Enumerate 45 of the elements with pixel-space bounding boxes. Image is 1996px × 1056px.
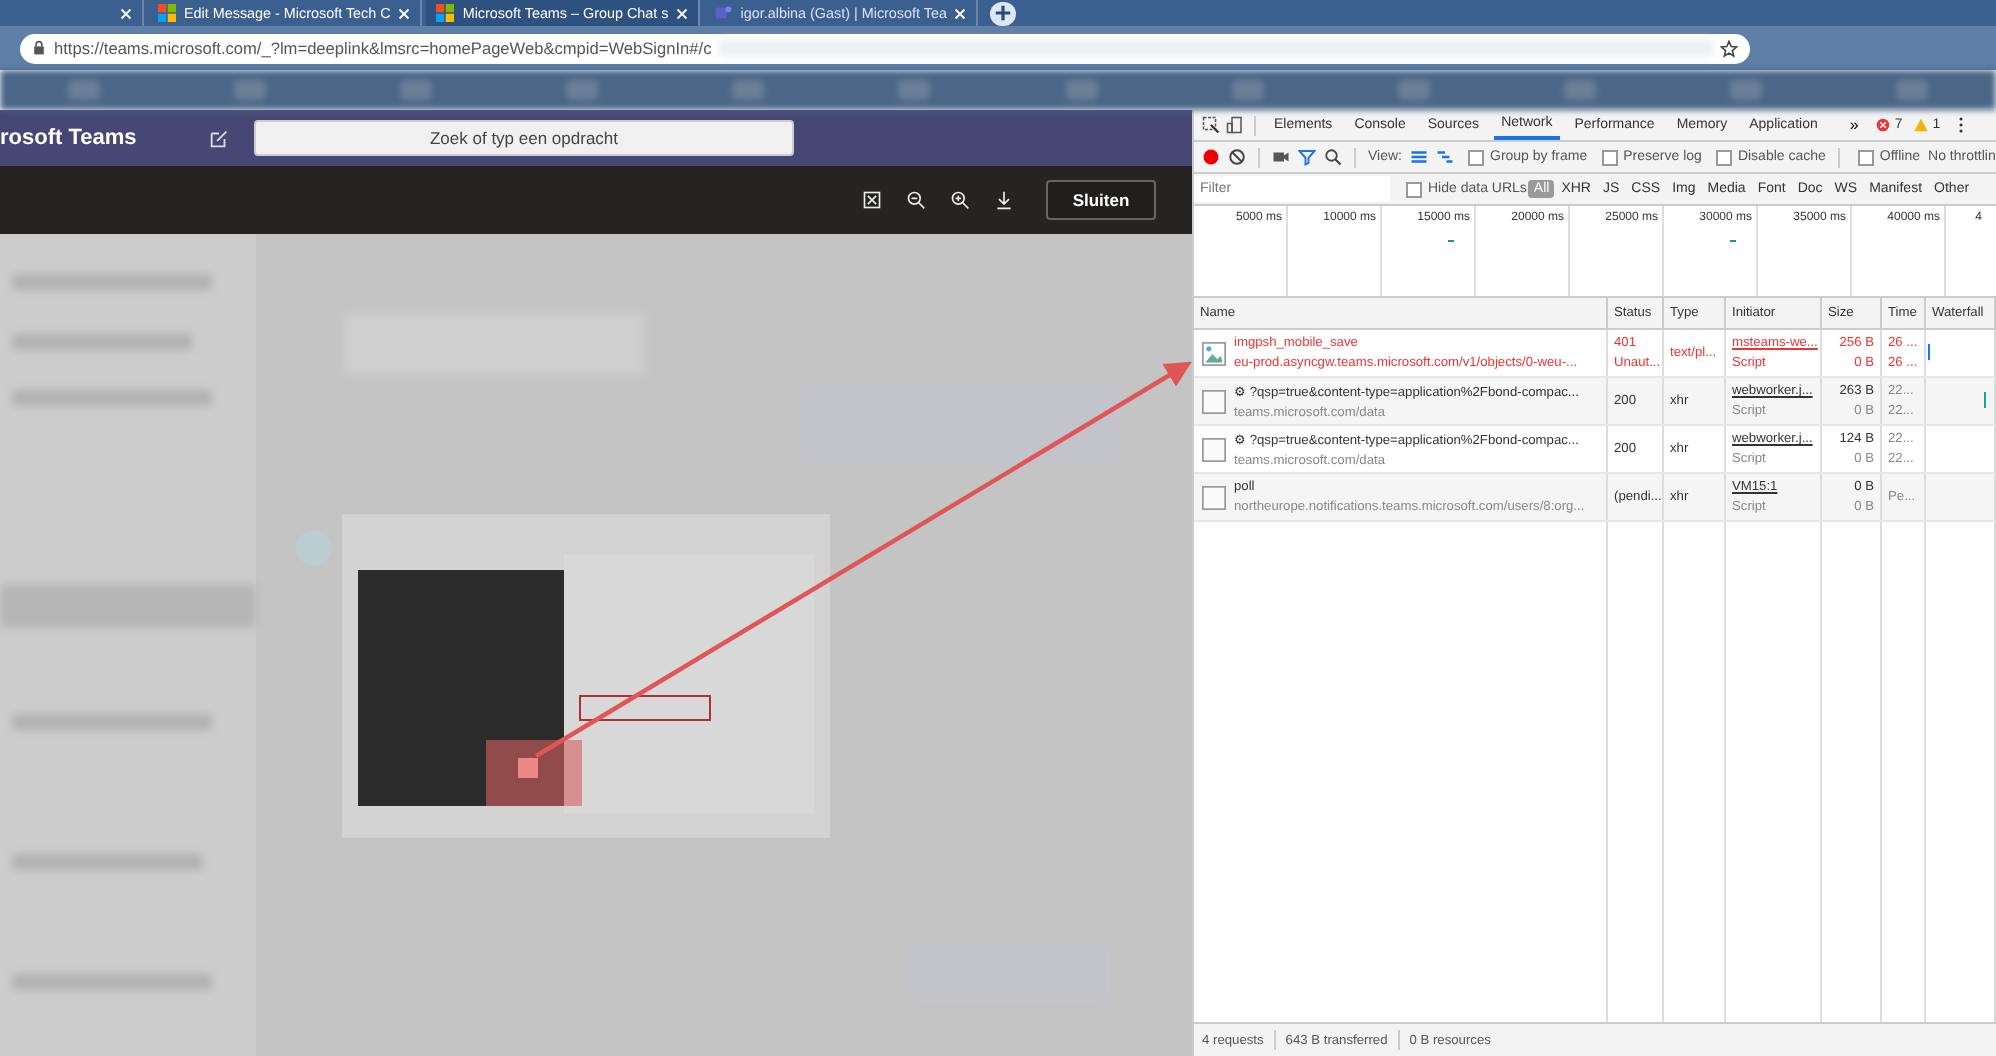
search-field[interactable]: Zoek of typ een opdracht: [254, 120, 794, 156]
activity-mark: [1730, 240, 1736, 242]
warning-icon: [1914, 118, 1929, 132]
checkbox[interactable]: [1857, 149, 1874, 165]
close-icon[interactable]: [676, 7, 689, 19]
close-icon[interactable]: [954, 7, 967, 19]
close-button[interactable]: Sluiten: [1046, 180, 1156, 220]
lock-icon: [32, 40, 46, 56]
plus-icon: [994, 4, 1013, 22]
waterfall-view-icon[interactable]: [1436, 148, 1454, 166]
more-tabs-button[interactable]: »: [1843, 116, 1865, 134]
new-tab-button[interactable]: [990, 1, 1017, 25]
list-view-icon[interactable]: [1410, 148, 1428, 166]
teams-logo-icon: [714, 4, 733, 22]
compose-icon[interactable]: [208, 127, 230, 149]
clear-icon[interactable]: [1228, 148, 1246, 166]
fit-screen-icon[interactable]: [862, 190, 882, 210]
file-icon: [1202, 437, 1226, 461]
windows-logo-icon: [436, 4, 455, 22]
windows-logo-icon: [158, 4, 176, 22]
record-icon[interactable]: [1202, 148, 1220, 166]
checkbox[interactable]: [1601, 149, 1618, 165]
inspect-icon[interactable]: [1202, 116, 1220, 134]
device-icon[interactable]: [1226, 116, 1244, 134]
file-icon: [1202, 485, 1226, 509]
image-file-icon: [1202, 341, 1226, 365]
filter-icon[interactable]: [1298, 148, 1316, 166]
checkbox[interactable]: [1468, 149, 1484, 165]
file-icon: [1202, 389, 1226, 413]
url-text: https://teams.microsoft.com/_?lm=deeplink&lmsrc=homePageWeb&cmpid=WebSignIn#/c: [54, 38, 712, 58]
zoom-out-icon[interactable]: [906, 190, 926, 210]
zoom-in-icon[interactable]: [950, 190, 970, 210]
checkbox[interactable]: [1406, 181, 1422, 197]
close-icon[interactable]: [398, 7, 411, 19]
address-bar[interactable]: https://teams.microsoft.com/_?lm=deeplink&lmsrc=homePageWeb&cmpid=WebSignIn#/c: [20, 33, 1750, 63]
download-icon[interactable]: [994, 190, 1014, 210]
checkbox[interactable]: [1715, 149, 1732, 165]
menu-icon[interactable]: [1958, 116, 1965, 134]
error-icon: [1876, 118, 1891, 132]
activity-mark: [1448, 240, 1454, 242]
star-icon[interactable]: [1720, 39, 1738, 57]
camera-icon[interactable]: [1272, 148, 1290, 166]
search-icon[interactable]: [1324, 148, 1342, 166]
close-icon[interactable]: [120, 7, 132, 19]
app-title: rosoft Teams: [0, 126, 139, 150]
